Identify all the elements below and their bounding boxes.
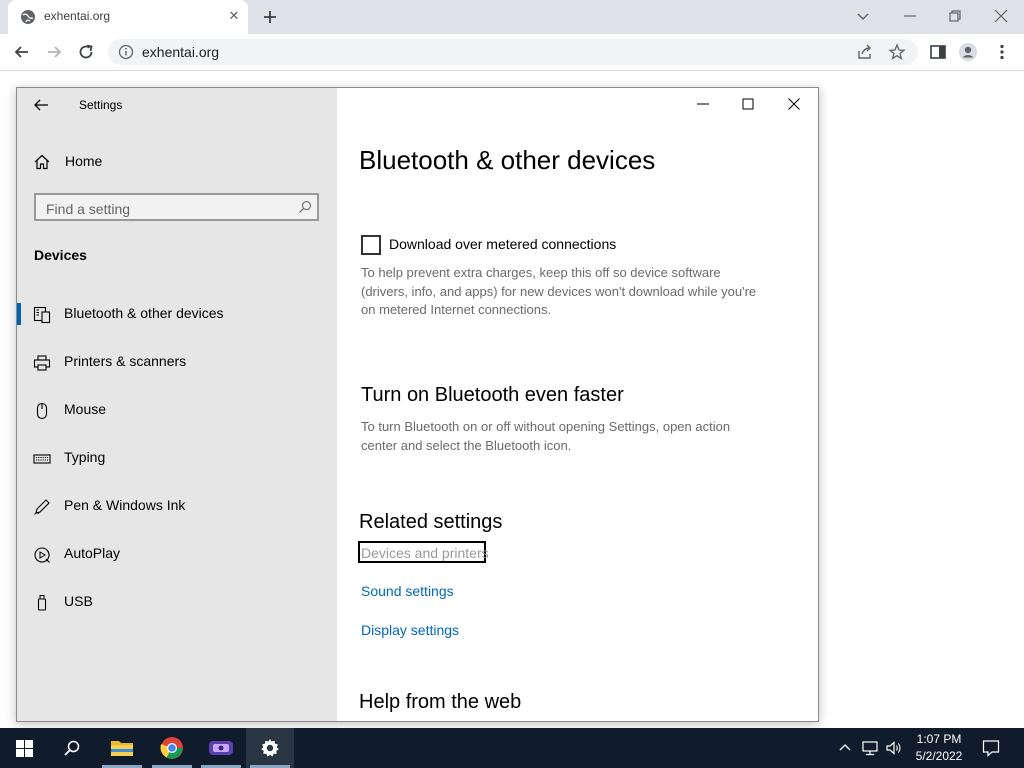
tab-title: exhentai.org (44, 9, 111, 23)
notifications-icon[interactable] (982, 739, 1000, 757)
bluetooth-devices-icon (33, 306, 51, 324)
metered-description: To help prevent extra charges, keep this… (361, 264, 756, 320)
restore-icon[interactable] (945, 6, 965, 26)
sidebar-item-label: Typing (64, 449, 106, 465)
taskbar-search-button[interactable] (48, 728, 96, 768)
browser-toolbar: exhentai.org (0, 34, 1024, 71)
sound-settings-link[interactable]: Sound settings (361, 583, 454, 599)
clock-date: 5/2/2022 (915, 749, 963, 763)
section-label: Devices (34, 247, 87, 263)
autoplay-icon (34, 547, 50, 563)
bt-faster-heading: Turn on Bluetooth even faster (361, 384, 624, 406)
search-icon[interactable] (298, 200, 312, 214)
taskbar: 1:07 PM 5/2/2022 (0, 728, 1024, 768)
file-explorer-icon (111, 741, 133, 756)
browser-menu-icon[interactable] (992, 42, 1012, 62)
reload-icon[interactable] (76, 42, 96, 62)
page-title: Bluetooth & other devices (359, 145, 656, 175)
tray-clock[interactable]: 1:07 PM 5/2/2022 (906, 732, 972, 763)
browser-tab-strip: exhentai.org ✕ (0, 0, 1024, 34)
sidebar-item-label: Mouse (64, 401, 107, 417)
metered-checkbox-label[interactable]: Download over metered connections (389, 236, 616, 252)
description-line: To help prevent extra charges, keep this… (361, 265, 721, 280)
home-icon (34, 154, 50, 170)
share-icon[interactable] (856, 43, 874, 61)
new-tab-icon[interactable] (260, 7, 280, 27)
related-settings-heading: Related settings (359, 511, 503, 533)
back-arrow-icon[interactable] (12, 42, 32, 62)
clock-time: 1:07 PM (916, 732, 962, 746)
side-panel-icon[interactable] (928, 42, 948, 62)
close-window-icon[interactable] (991, 6, 1011, 26)
metered-download-checkbox[interactable] (361, 235, 381, 255)
sidebar-item-autoplay[interactable]: AutoPlay (17, 539, 337, 569)
sidebar-item-typing[interactable]: Typing (17, 443, 337, 473)
forward-arrow-icon[interactable] (44, 42, 64, 62)
tab-close-icon[interactable]: ✕ (226, 8, 242, 24)
tray-chevron-up-icon[interactable] (838, 741, 852, 755)
minimize-icon[interactable] (695, 96, 711, 112)
sidebar-item-mouse[interactable]: Mouse (17, 395, 337, 425)
back-arrow-icon[interactable] (31, 96, 51, 114)
usb-icon (37, 595, 47, 611)
search-icon (64, 740, 80, 756)
bookmark-star-icon[interactable] (888, 43, 906, 61)
tab-search-chevron-icon[interactable] (853, 6, 873, 26)
description-line: on metered Internet connections. (361, 302, 552, 317)
start-button[interactable] (0, 728, 48, 768)
bt-faster-description: To turn Bluetooth on or off without open… (361, 418, 730, 455)
sidebar-item-label: USB (64, 593, 93, 609)
chrome-icon (160, 737, 183, 759)
link-label: Devices and printers (361, 545, 489, 561)
description-line: (drivers, info, and apps) for new device… (361, 283, 757, 299)
settings-sidebar: Settings Home Find a setting Devices Blu… (17, 88, 337, 721)
taskbar-chrome[interactable] (148, 728, 196, 768)
sidebar-item-label: Bluetooth & other devices (64, 305, 224, 321)
selected-indicator (17, 303, 21, 325)
settings-search-input[interactable]: Find a setting (34, 193, 319, 221)
volume-icon[interactable] (885, 739, 903, 757)
globe-icon (21, 10, 35, 24)
maximize-icon[interactable] (740, 96, 756, 112)
home-label: Home (65, 153, 103, 169)
start-icon (16, 740, 33, 757)
sidebar-item-label: AutoPlay (64, 545, 121, 561)
printer-icon (33, 355, 51, 371)
taskbar-file-explorer[interactable] (98, 728, 146, 768)
description-line: center and select the Bluetooth icon. (361, 437, 572, 453)
devices-and-printers-link[interactable]: Devices and printers (358, 541, 489, 563)
sidebar-item-pen[interactable]: Pen & Windows Ink (17, 491, 337, 521)
minimize-icon[interactable] (900, 6, 920, 26)
sidebar-item-label: Printers & scanners (64, 353, 187, 369)
url-text: exhentai.org (142, 44, 220, 60)
keyboard-icon (33, 454, 51, 464)
close-icon[interactable] (786, 96, 802, 112)
settings-gear-icon (261, 739, 279, 757)
description-line: To turn Bluetooth on or off without open… (361, 419, 731, 434)
app-title: Settings (79, 98, 123, 112)
sidebar-item-printers[interactable]: Printers & scanners (17, 347, 337, 377)
settings-content: Bluetooth & other devices Download over … (337, 88, 818, 721)
browser-tab[interactable]: exhentai.org ✕ (8, 0, 248, 34)
media-app-icon (209, 741, 233, 755)
taskbar-settings[interactable] (246, 728, 294, 768)
help-heading: Help from the web (359, 691, 522, 713)
mouse-icon (36, 402, 48, 420)
display-settings-link[interactable]: Display settings (361, 622, 459, 638)
profile-avatar-icon[interactable] (958, 42, 978, 62)
sidebar-item-usb[interactable]: USB (17, 587, 337, 617)
address-bar[interactable]: exhentai.org (108, 39, 918, 65)
network-icon[interactable] (862, 739, 880, 757)
taskbar-media-app[interactable] (197, 728, 245, 768)
settings-window: Settings Home Find a setting Devices Blu… (16, 87, 819, 722)
site-info-icon[interactable] (118, 44, 134, 60)
sidebar-item-bluetooth[interactable]: Bluetooth & other devices (17, 299, 337, 329)
search-placeholder: Find a setting (46, 201, 131, 217)
home-nav-item[interactable]: Home (33, 152, 313, 172)
sidebar-item-label: Pen & Windows Ink (64, 497, 186, 513)
pen-icon (34, 499, 50, 515)
